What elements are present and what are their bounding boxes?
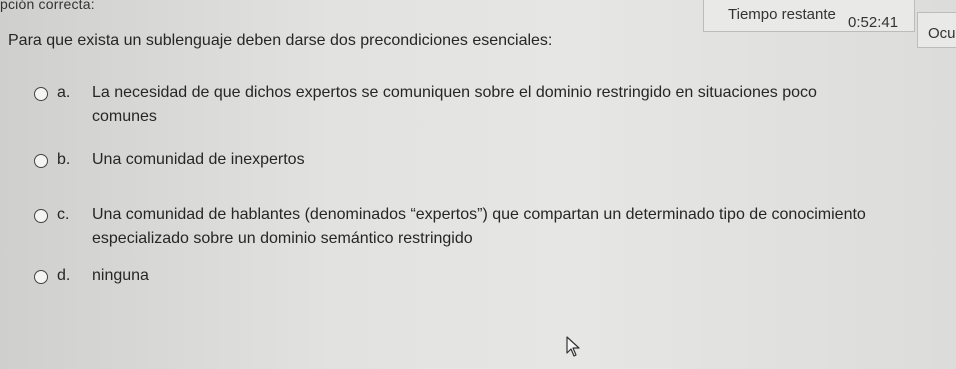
hide-button-label[interactable]: Ocu [928,25,956,42]
option-c-text-line1[interactable]: Una comunidad de hablantes (denominados … [92,206,942,224]
option-a-text-line1[interactable]: La necesidad de que dichos expertos se c… [92,84,902,102]
option-c-text-line2[interactable]: especializado sobre un dominio semántico… [92,230,473,248]
mouse-cursor-icon [566,336,580,357]
option-c-letter: c. [57,206,70,223]
option-a-letter: a. [57,84,71,101]
option-d-radio[interactable] [34,270,48,284]
question-text: Para que exista un sublenguaje deben dar… [8,32,553,49]
quiz-page: pción correcta: Tiempo restante 0:52:41 … [0,0,956,369]
option-d-letter: d. [57,267,71,284]
option-b-text[interactable]: Una comunidad de inexpertos [92,151,305,169]
option-a-text-line2[interactable]: comunes [92,108,157,126]
option-a-radio[interactable] [34,87,48,101]
option-c-radio[interactable] [34,209,48,223]
time-remaining-value: 0:52:41 [848,14,899,31]
correct-answer-text: pción correcta: [0,0,95,12]
correct-answer-label: pción correcta: [0,0,95,12]
time-remaining-label: Tiempo restante [728,6,836,23]
option-d-text[interactable]: ninguna [92,267,149,285]
option-b-letter: b. [57,151,71,168]
option-b-radio[interactable] [34,154,48,168]
